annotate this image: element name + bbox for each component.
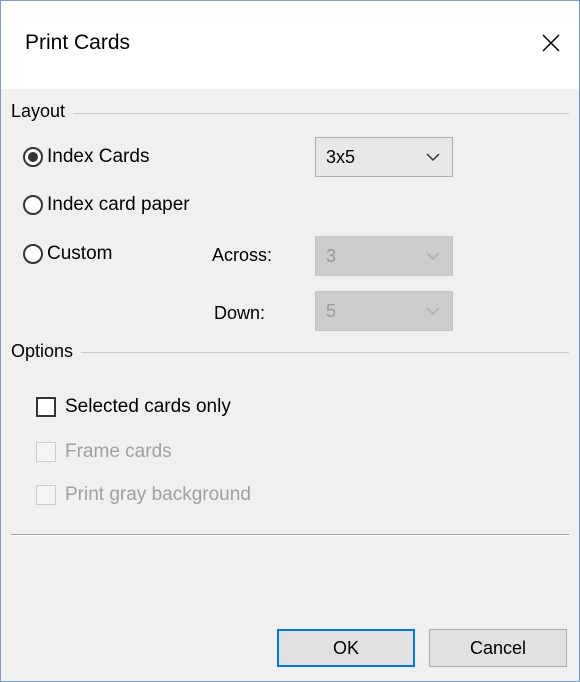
down-label: Down:: [214, 303, 266, 323]
checkbox-selected-cards-only[interactable]: Selected cards only: [36, 396, 231, 418]
layout-group-line: [11, 113, 569, 114]
options-group-label: Options: [11, 341, 82, 362]
across-label: Across:: [212, 245, 273, 265]
radio-selected-dot: [28, 152, 38, 162]
radio-label: Index card paper: [47, 194, 190, 215]
chevron-down-icon: [426, 153, 440, 162]
checkbox-label: Frame cards: [65, 441, 172, 462]
radio-button[interactable]: [23, 244, 43, 264]
checkbox-print-gray-background[interactable]: Print gray background: [36, 484, 251, 506]
checkbox[interactable]: [36, 397, 56, 417]
down-value: 5: [326, 300, 337, 321]
radio-button[interactable]: [23, 147, 43, 167]
chevron-down-icon: [426, 307, 440, 316]
card-size-value: 3x5: [326, 146, 356, 167]
card-size-select[interactable]: 3x5: [315, 137, 453, 177]
radio-button[interactable]: [23, 195, 43, 215]
checkbox[interactable]: [36, 485, 56, 505]
down-select[interactable]: 5: [315, 291, 453, 331]
radio-index-cards[interactable]: Index Cards: [23, 146, 149, 168]
radio-label: Index Cards: [47, 146, 150, 167]
checkbox-label: Selected cards only: [65, 396, 231, 417]
checkbox-frame-cards[interactable]: Frame cards: [36, 441, 172, 463]
ok-button[interactable]: OK: [277, 629, 415, 667]
checkbox[interactable]: [36, 442, 56, 462]
radio-index-card-paper[interactable]: Index card paper: [23, 194, 190, 216]
print-cards-dialog: Print Cards Layout Index Cards 3x5 Index…: [0, 0, 580, 682]
close-button[interactable]: [531, 23, 571, 63]
chevron-down-icon: [426, 252, 440, 261]
across-value: 3: [326, 245, 337, 266]
dialog-body: Layout Index Cards 3x5 Index card paper …: [1, 89, 579, 681]
title-bar: Print Cards: [1, 1, 579, 89]
cancel-button[interactable]: Cancel: [429, 629, 567, 667]
separator: [11, 534, 569, 536]
dialog-title: Print Cards: [25, 31, 131, 54]
radio-label: Custom: [47, 243, 113, 264]
layout-group-label: Layout: [11, 101, 74, 122]
radio-custom[interactable]: Custom: [23, 243, 112, 265]
checkbox-label: Print gray background: [65, 484, 251, 505]
across-select[interactable]: 3: [315, 236, 453, 276]
options-group-line: [11, 352, 569, 353]
close-icon: [542, 34, 560, 52]
